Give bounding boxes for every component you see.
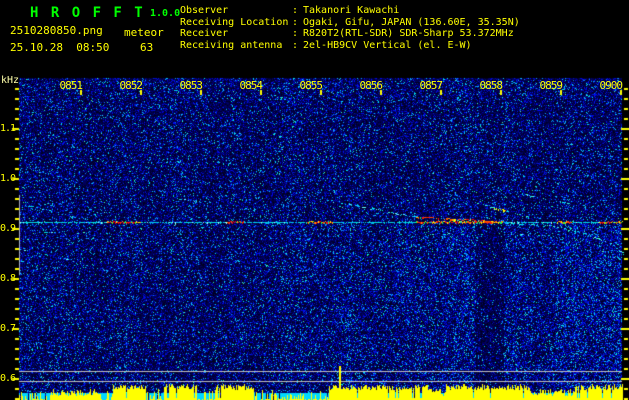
spectrogram-canvas bbox=[0, 0, 629, 400]
hrofft-screen: H R O F F T 1.0.0 2510280850.png meteor … bbox=[0, 0, 629, 400]
